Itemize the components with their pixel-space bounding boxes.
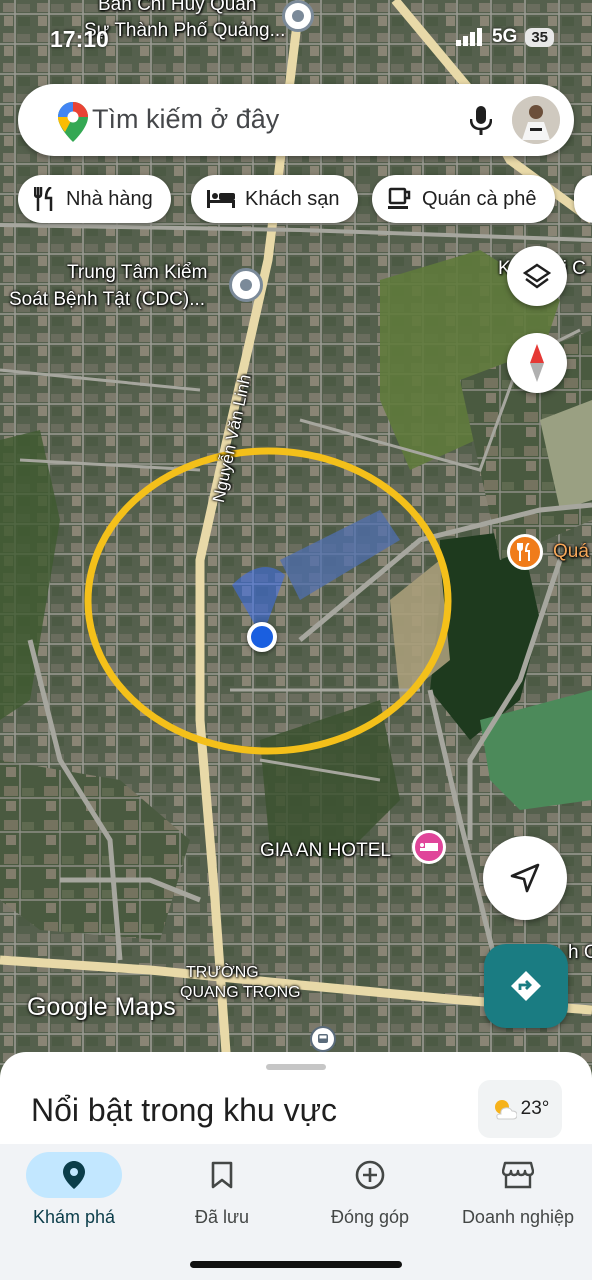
- hotel-pin[interactable]: [412, 830, 446, 864]
- nav-label: Khám phá: [32, 1207, 116, 1227]
- hotel-icon: [207, 190, 235, 208]
- map-label-school-2: QUANG TRỌNG: [180, 984, 301, 1001]
- partly-cloudy-icon: [494, 1100, 517, 1120]
- search-input[interactable]: Tìm kiếm ở đây: [92, 104, 279, 135]
- nav-explore[interactable]: Khám phá: [0, 1144, 148, 1244]
- satellite-map: [0, 0, 592, 1080]
- chip-coffee[interactable]: Quán cà phê: [372, 175, 555, 223]
- chip-label: Khách sạn: [245, 187, 340, 210]
- google-maps-attribution: Google Maps: [27, 993, 176, 1021]
- nav-business[interactable]: Doanh nghiệp: [444, 1144, 592, 1244]
- my-location-button[interactable]: [483, 836, 567, 920]
- temperature: 23°: [520, 1098, 550, 1119]
- search-bar[interactable]: Tìm kiếm ở đây: [18, 84, 574, 156]
- hotel-bed-icon: [420, 843, 438, 851]
- bus-icon: [318, 1034, 328, 1043]
- nav-icon-wrap: [470, 1152, 566, 1198]
- directions-icon: [511, 971, 541, 1001]
- place-pin-cdc[interactable]: [229, 268, 263, 302]
- layers-icon: [523, 263, 551, 289]
- signal-icon: [455, 28, 482, 46]
- network-type: 5G: [491, 26, 518, 47]
- map-label-cdc-2: Soát Bệnh Tật (CDC)...: [9, 289, 206, 310]
- nav-icon-wrap: [322, 1152, 418, 1198]
- restaurant-icon: [517, 543, 530, 561]
- nav-contribute[interactable]: Đóng góp: [296, 1144, 444, 1244]
- map-label-military: Ban Chỉ Huy Quân: [98, 0, 257, 15]
- nav-label: Đóng góp: [330, 1207, 410, 1227]
- map-label-cdc-1: Trung Tâm Kiểm: [67, 262, 208, 283]
- chip-restaurants[interactable]: Nhà hàng: [18, 175, 171, 223]
- current-location-dot: [247, 622, 277, 652]
- coffee-icon: [388, 187, 411, 209]
- bottom-navigation: Khám phá Đã lưu Đóng góp Doanh nghiệp: [0, 1144, 592, 1280]
- avatar[interactable]: [512, 96, 560, 144]
- nav-icon-wrap: [174, 1152, 270, 1198]
- chip-label: Quán cà phê: [422, 187, 537, 210]
- nav-label: Doanh nghiệp: [461, 1207, 575, 1227]
- sheet-title: Nổi bật trong khu vực: [31, 1092, 338, 1128]
- status-indicators: 5G 35: [455, 26, 554, 48]
- nav-label: Đã lưu: [194, 1207, 250, 1227]
- bottom-sheet[interactable]: Nổi bật trong khu vực 23°: [0, 1052, 592, 1152]
- microphone-icon[interactable]: [470, 106, 492, 136]
- layers-button[interactable]: [507, 246, 567, 306]
- bus-stop-pin[interactable]: [310, 1026, 336, 1052]
- weather-chip[interactable]: 23°: [478, 1080, 562, 1138]
- compass-button[interactable]: [507, 333, 567, 393]
- restaurant-icon: [34, 187, 53, 211]
- map-label-restaurant: Quá: [553, 541, 589, 562]
- status-time: 17:10: [50, 26, 109, 52]
- google-maps-pin-icon: [58, 102, 88, 142]
- bookmark-icon: [211, 1161, 233, 1189]
- place-pin-military[interactable]: [282, 0, 314, 32]
- map-label-school-1: TRƯỜNG: [186, 964, 259, 981]
- sheet-drag-handle[interactable]: [266, 1064, 326, 1070]
- explore-pin-icon: [63, 1161, 85, 1189]
- map-label-right-bottom: h C: [568, 942, 592, 963]
- nav-saved[interactable]: Đã lưu: [148, 1144, 296, 1244]
- home-indicator[interactable]: [190, 1261, 402, 1268]
- battery-level: 35: [525, 27, 554, 47]
- chip-label: Nhà hàng: [66, 187, 153, 210]
- profile-photo: [512, 96, 560, 144]
- storefront-icon: [502, 1161, 534, 1189]
- directions-button[interactable]: [484, 944, 568, 1028]
- map-label-hotel: GIA AN HOTEL: [260, 840, 391, 861]
- map-view[interactable]: Ban Chỉ Huy Quân Sự Thành Phố Quảng... T…: [0, 0, 592, 1080]
- chip-hotels[interactable]: Khách sạn: [191, 175, 358, 223]
- compass-icon: [530, 344, 544, 382]
- map-label-military-2: Sự Thành Phố Quảng...: [84, 20, 286, 41]
- restaurant-pin[interactable]: [507, 534, 543, 570]
- add-circle-icon: [355, 1160, 385, 1190]
- navigation-arrow-icon: [510, 863, 540, 893]
- nav-explore-active-indicator: [26, 1152, 122, 1198]
